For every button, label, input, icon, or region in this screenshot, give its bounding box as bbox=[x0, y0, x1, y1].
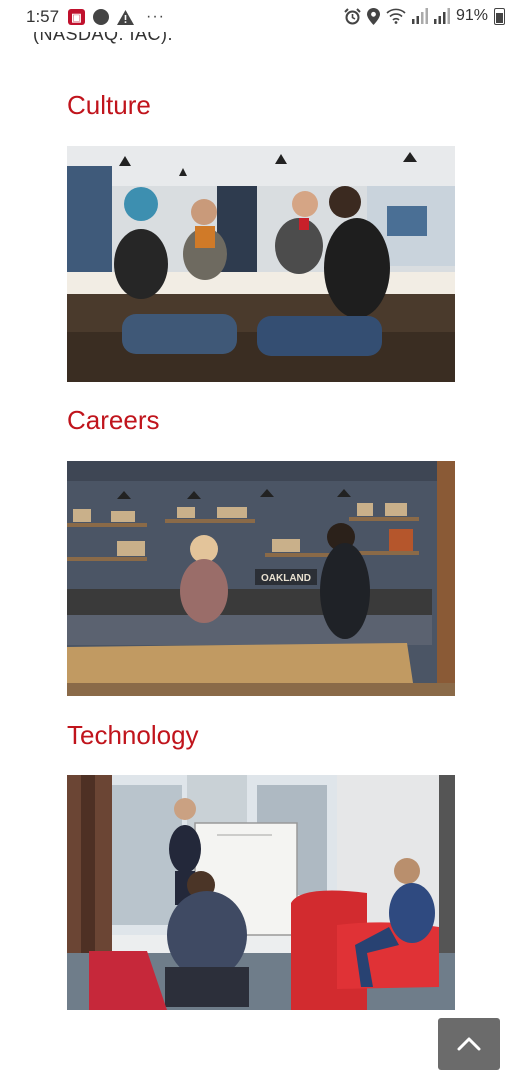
section-title-culture[interactable]: Culture bbox=[67, 90, 151, 121]
wifi-icon bbox=[386, 8, 406, 24]
app-notification-icon: ▣ bbox=[68, 9, 85, 25]
technology-photo[interactable] bbox=[67, 775, 455, 1010]
system-status: 91% bbox=[344, 7, 505, 25]
warning-icon bbox=[117, 9, 134, 25]
battery-percent: 91% bbox=[455, 7, 488, 24]
signal-strength-2-icon bbox=[433, 8, 450, 24]
back-to-top-button[interactable] bbox=[438, 1018, 500, 1070]
notification-icons: ▣ ··· bbox=[68, 8, 165, 26]
culture-photo[interactable] bbox=[67, 146, 455, 382]
section-title-careers[interactable]: Careers bbox=[67, 405, 159, 436]
battery-icon bbox=[494, 7, 505, 25]
more-notifications-icon: ··· bbox=[146, 8, 165, 25]
signal-strength-icon bbox=[411, 8, 428, 24]
status-time: 1:57 bbox=[26, 7, 60, 26]
chevron-up-icon bbox=[457, 1037, 481, 1051]
alarm-icon bbox=[344, 7, 361, 25]
careers-photo[interactable]: OAKLAND bbox=[67, 461, 455, 696]
basketball-app-icon bbox=[93, 9, 109, 25]
location-icon bbox=[366, 7, 380, 25]
section-title-technology[interactable]: Technology bbox=[67, 720, 199, 751]
oakland-sign-text: OAKLAND bbox=[261, 573, 311, 584]
status-bar: 1:57 ▣ ··· 91% bbox=[0, 0, 525, 32]
